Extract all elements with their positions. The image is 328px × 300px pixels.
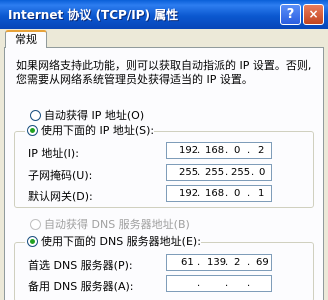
radio-disabled-icon	[30, 218, 41, 230]
ip-address-label: IP 地址(I):	[28, 147, 79, 160]
close-button[interactable]: ×	[303, 4, 324, 25]
auto-dns-radio: 自动获得 DNS 服务器地址(B)	[28, 218, 190, 232]
auto-ip-label: 自动获得 IP 地址(O)	[44, 109, 145, 122]
tcpip-properties-dialog: Internet 协议 (TCP/IP) 属性 ? × 常规 如果网络支持此功能…	[0, 0, 328, 300]
help-button[interactable]: ?	[280, 4, 301, 25]
preferred-dns-field[interactable]: 61 . 139 . 2 . 69	[166, 254, 272, 271]
default-gateway-field[interactable]: 192 . 168 . 0 . 1	[166, 185, 272, 202]
auto-ip-radio[interactable]: 自动获得 IP 地址(O)	[28, 109, 145, 123]
radio-icon[interactable]	[30, 109, 41, 121]
subnet-mask-label: 子网掩码(U):	[28, 169, 93, 182]
ip-address-field[interactable]: 192 . 168 . 0 . 2	[166, 142, 272, 159]
alternate-dns-field[interactable]: . . .	[166, 275, 272, 292]
description-line-1: 如果网络支持此功能，则可以获取自动指派的 IP 设置。否则,	[16, 59, 312, 72]
radio-selected-icon[interactable]	[27, 124, 38, 136]
window-title: Internet 协议 (TCP/IP) 属性	[8, 8, 179, 22]
auto-dns-label: 自动获得 DNS 服务器地址(B)	[44, 218, 190, 231]
default-gateway-label: 默认网关(D):	[28, 190, 93, 203]
description-text: 如果网络支持此功能，则可以获取自动指派的 IP 设置。否则, 您需要从网络系统管…	[16, 59, 316, 87]
manual-ip-label: 使用下面的 IP 地址(S):	[41, 124, 155, 137]
tab-general[interactable]: 常规	[5, 30, 47, 48]
title-bar[interactable]: Internet 协议 (TCP/IP) 属性 ? ×	[0, 0, 328, 29]
preferred-dns-label: 首选 DNS 服务器(P):	[28, 259, 133, 272]
description-line-2: 您需要从网络系统管理员处获得适当的 IP 设置。	[16, 73, 253, 86]
manual-ip-radio[interactable]: 使用下面的 IP 地址(S):	[25, 124, 155, 138]
manual-dns-radio[interactable]: 使用下面的 DNS 服务器地址(E):	[25, 235, 201, 249]
alternate-dns-label: 备用 DNS 服务器(A):	[28, 280, 134, 293]
manual-dns-label: 使用下面的 DNS 服务器地址(E):	[41, 235, 201, 248]
radio-selected-icon[interactable]	[27, 235, 38, 247]
subnet-mask-field[interactable]: 255 . 255 . 255 . 0	[166, 164, 272, 181]
